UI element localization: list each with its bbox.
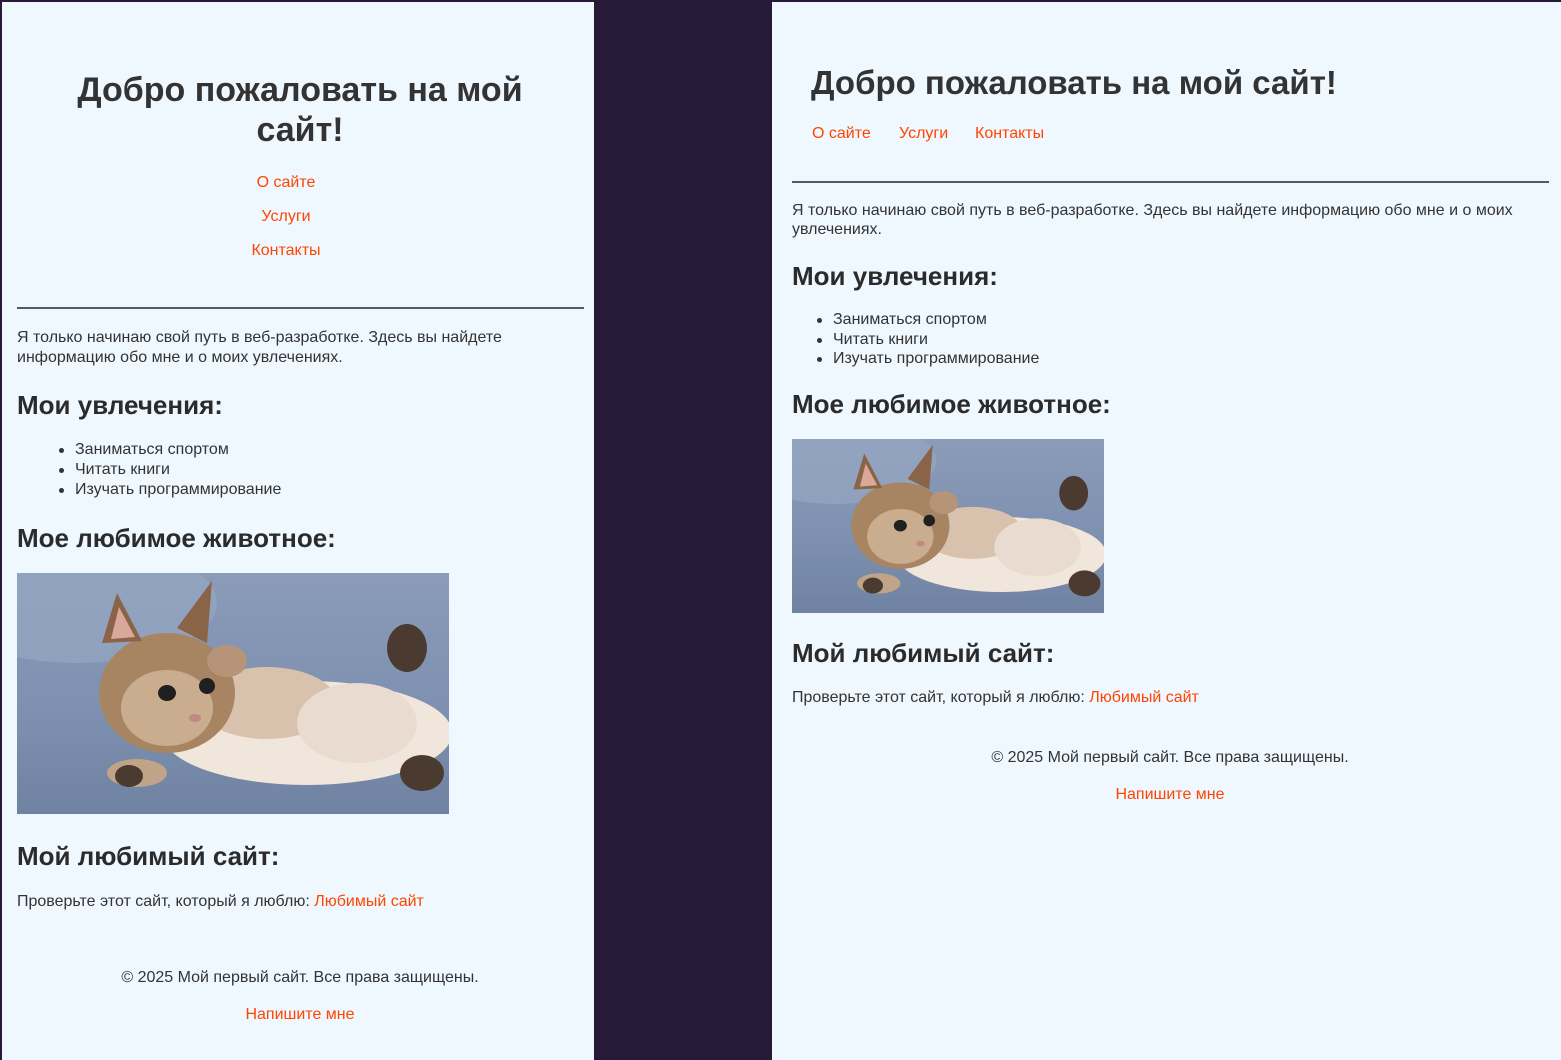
favorite-site-paragraph: Проверьте этот сайт, который я люблю: Лю… <box>17 892 424 912</box>
favorite-animal-heading: Мое любимое животное: <box>792 389 1111 419</box>
nav-link-about[interactable]: О сайте <box>812 125 871 143</box>
nav-link-services[interactable]: Услуги <box>899 125 948 143</box>
nav-link-about[interactable]: О сайте <box>232 174 340 192</box>
nav-link-contacts[interactable]: Контакты <box>975 125 1044 143</box>
list-item: Изучать программирование <box>59 480 281 500</box>
favorite-site-link[interactable]: Любимый сайт <box>1089 689 1199 706</box>
hobbies-list: Заниматься спортом Читать книги Изучать … <box>817 310 1039 369</box>
header-divider <box>17 307 584 309</box>
favorite-site-link[interactable]: Любимый сайт <box>314 893 424 910</box>
list-item: Заниматься спортом <box>59 440 281 460</box>
list-item: Читать книги <box>817 330 1039 350</box>
footer-contact-link[interactable]: Напишите мне <box>245 1006 354 1023</box>
list-item: Изучать программирование <box>817 349 1039 369</box>
hobbies-list: Заниматься спортом Читать книги Изучать … <box>59 440 281 500</box>
page-title: Добро пожаловать на мой сайт! <box>811 64 1337 101</box>
kitten-image <box>792 439 1104 613</box>
page-wide-layout: Добро пожаловать на мой сайт! О сайте Ус… <box>772 2 1561 1060</box>
header-divider <box>792 181 1549 183</box>
list-item: Читать книги <box>59 460 281 480</box>
favorite-site-text: Проверьте этот сайт, который я люблю: <box>792 689 1085 706</box>
footer-contact-row: Напишите мне <box>772 786 1561 804</box>
favorite-site-text: Проверьте этот сайт, который я люблю: <box>17 893 310 910</box>
footer-copyright: © 2025 Мой первый сайт. Все права защище… <box>121 969 479 986</box>
page-narrow-layout: Добро пожаловать на мой сайт! О сайте Ус… <box>2 2 594 1060</box>
page-title: Добро пожаловать на мой сайт! <box>77 71 523 149</box>
hobbies-heading: Мои увлечения: <box>792 261 998 291</box>
intro-text: Я только начинаю свой путь в веб-разрабо… <box>792 202 1513 238</box>
nav-link-contacts[interactable]: Контакты <box>232 242 340 260</box>
list-item: Заниматься спортом <box>817 310 1039 330</box>
favorite-site-paragraph: Проверьте этот сайт, который я люблю: Лю… <box>792 688 1199 708</box>
kitten-image <box>17 573 449 814</box>
favorite-site-heading: Мой любимый сайт: <box>792 638 1055 668</box>
footer-contact-row: Напишите мне <box>2 1006 594 1024</box>
footer-copyright: © 2025 Мой первый сайт. Все права защище… <box>991 749 1349 766</box>
favorite-site-heading: Мой любимый сайт: <box>17 841 280 871</box>
favorite-animal-heading: Мое любимое животное: <box>17 523 336 553</box>
intro-text: Я только начинаю свой путь в веб-разрабо… <box>17 329 502 366</box>
nav-link-services[interactable]: Услуги <box>232 208 340 226</box>
hobbies-heading: Мои увлечения: <box>17 390 223 420</box>
footer-contact-link[interactable]: Напишите мне <box>1115 786 1224 803</box>
